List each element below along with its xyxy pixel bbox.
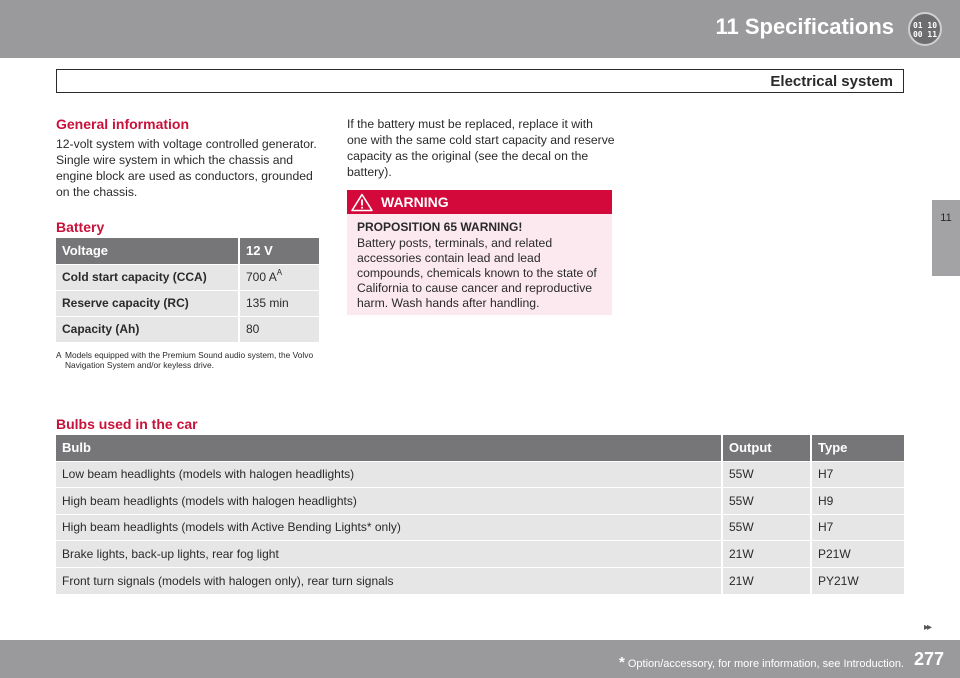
warning-header: WARNING: [347, 190, 612, 214]
table-row: Cold start capacity (CCA) 700 AA: [56, 263, 319, 290]
table-row: High beam headlights (models with haloge…: [56, 487, 904, 514]
output-cell: 21W: [722, 566, 812, 594]
bulb-cell: Front turn signals (models with halogen …: [56, 566, 723, 594]
battery-row-label: Cold start capacity (CCA): [56, 263, 240, 290]
type-cell: P21W: [811, 540, 904, 567]
battery-row-label: Capacity (Ah): [56, 315, 240, 342]
warning-title: WARNING: [381, 194, 449, 210]
badge-line-1: 01 10: [912, 21, 938, 30]
voltage-label: Voltage: [56, 238, 240, 264]
bulb-cell: Low beam headlights (models with halogen…: [56, 460, 723, 488]
warning-box: WARNING PROPOSITION 65 WARNING! Battery …: [347, 190, 612, 315]
column-header-type: Type: [811, 435, 904, 461]
chapter-badge-icon: 01 10 00 11: [908, 12, 942, 46]
voltage-value: 12 V: [239, 238, 319, 264]
warning-triangle-icon: [351, 193, 373, 212]
general-info-text: 12-volt system with voltage controlled g…: [56, 137, 317, 199]
type-cell: PY21W: [811, 566, 904, 594]
section-header: Electrical system: [56, 69, 904, 93]
table-row: Reserve capacity (RC) 135 min: [56, 289, 319, 316]
replacement-text: If the battery must be replaced, replace…: [347, 117, 615, 179]
table-row: Brake lights, back-up lights, rear fog l…: [56, 540, 904, 567]
battery-table-header: Voltage 12 V: [56, 238, 319, 264]
footnote-reference: A: [276, 268, 283, 277]
table-row: Front turn signals (models with halogen …: [56, 566, 904, 594]
column-header-output: Output: [722, 435, 812, 461]
cca-value: 700 A: [246, 270, 277, 284]
bulbs-table: Bulb Output Type Low beam headlights (mo…: [56, 435, 904, 594]
table-row: Low beam headlights (models with halogen…: [56, 460, 904, 488]
bulb-cell: Brake lights, back-up lights, rear fog l…: [56, 540, 723, 567]
chapter-title: 11 Specifications: [715, 14, 894, 39]
battery-heading: Battery: [56, 219, 105, 235]
header-band: 11 Specifications 01 10 00 11: [0, 0, 960, 58]
bulbs-heading: Bulbs used in the car: [56, 416, 198, 432]
footer-band: * Option/accessory, for more information…: [0, 640, 960, 678]
footnote-mark: A: [56, 350, 62, 360]
battery-footnote: A Models equipped with the Premium Sound…: [56, 350, 321, 370]
warning-subtitle: PROPOSITION 65 WARNING!: [357, 220, 523, 234]
general-info-heading: General information: [56, 116, 190, 132]
footer-note: * Option/accessory, for more information…: [619, 654, 904, 671]
output-cell: 55W: [722, 513, 812, 541]
column-header-bulb: Bulb: [56, 435, 723, 461]
battery-row-value: 700 AA: [239, 263, 319, 290]
battery-row-value: 135 min: [239, 289, 319, 316]
warning-text: Battery posts, terminals, and related ac…: [357, 236, 597, 310]
chapter-side-tab[interactable]: 11: [932, 200, 960, 276]
bulbs-table-header: Bulb Output Type: [56, 435, 904, 461]
next-page-arrows-icon[interactable]: ▸▸: [924, 622, 932, 633]
bulb-cell: High beam headlights (models with Active…: [56, 513, 723, 541]
battery-row-label: Reserve capacity (RC): [56, 289, 240, 316]
badge-line-2: 00 11: [912, 30, 938, 39]
page-number: 277: [913, 649, 944, 669]
section-title: Electrical system: [770, 73, 893, 90]
type-cell: H7: [811, 513, 904, 541]
output-cell: 55W: [722, 487, 812, 514]
footer-note-text: Option/accessory, for more information, …: [627, 658, 904, 670]
battery-table: Voltage 12 V Cold start capacity (CCA) 7…: [56, 238, 319, 342]
type-cell: H7: [811, 460, 904, 488]
table-row: Capacity (Ah) 80: [56, 315, 319, 342]
bulb-cell: High beam headlights (models with haloge…: [56, 487, 723, 514]
output-cell: 21W: [722, 540, 812, 567]
table-row: High beam headlights (models with Active…: [56, 513, 904, 541]
option-star: *: [618, 654, 625, 671]
type-cell: H9: [811, 487, 904, 514]
battery-row-value: 80: [239, 315, 319, 342]
output-cell: 55W: [722, 460, 812, 488]
footnote-text: Models equipped with the Premium Sound a…: [65, 350, 314, 370]
side-tab-label: 11: [940, 212, 952, 224]
